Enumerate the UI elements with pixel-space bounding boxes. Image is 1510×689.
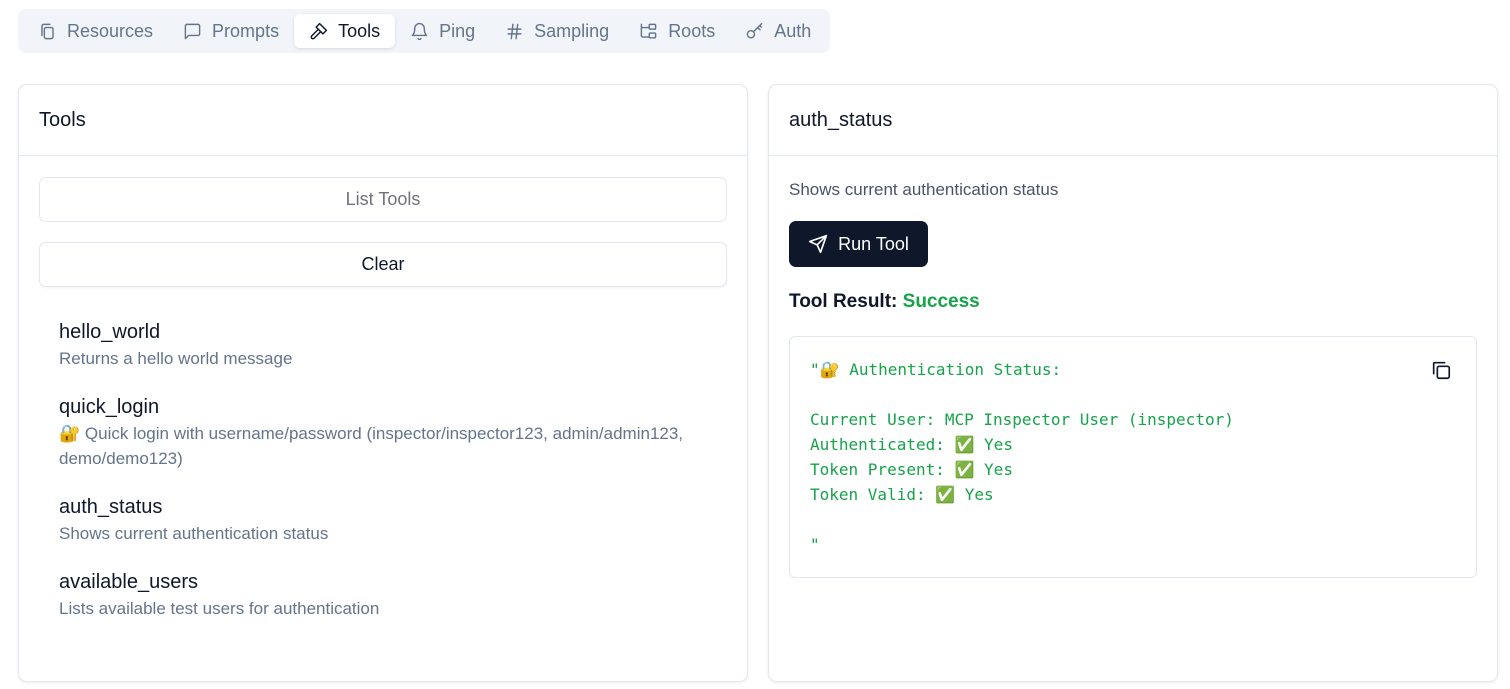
tool-result-output: "🔐 Authentication Status: Current User: … (789, 336, 1477, 578)
tool-list: hello_world Returns a hello world messag… (59, 318, 719, 643)
tab-label: Sampling (534, 20, 610, 41)
tool-item-auth-status[interactable]: auth_status Shows current authentication… (59, 493, 719, 546)
tab-label: Tools (338, 20, 381, 41)
tools-panel: Tools List Tools Clear hello_world Retur… (18, 84, 748, 682)
tab-label: Prompts (212, 20, 280, 41)
copy-icon (1432, 361, 1451, 380)
bell-icon (411, 22, 428, 40)
tab-label: Auth (774, 20, 812, 41)
tools-panel-title: Tools (19, 85, 747, 156)
hash-icon (507, 23, 522, 39)
tab-ping[interactable]: Ping (395, 14, 490, 48)
tool-description: Shows current authentication status (59, 524, 329, 543)
tool-item-available-users[interactable]: available_users Lists available test use… (59, 568, 719, 621)
tool-result-text: "🔐 Authentication Status: Current User: … (810, 360, 1234, 554)
folder-tree-icon (640, 23, 657, 39)
tool-description: 🔐 Quick login with username/password (in… (59, 424, 684, 468)
tab-prompts[interactable]: Prompts (168, 14, 294, 48)
files-icon (41, 23, 54, 39)
tab-resources[interactable]: Resources (23, 14, 168, 48)
tool-description: Returns a hello world message (59, 349, 293, 368)
tool-name: hello_world (59, 321, 161, 343)
tab-bar: Resources Prompts Tools Ping Sampling Ro… (18, 9, 830, 53)
tab-label: Roots (668, 20, 716, 41)
tool-name: auth_status (59, 496, 163, 518)
tool-result-heading: Tool Result: Success (789, 291, 980, 313)
message-square-icon (184, 23, 201, 39)
tool-result-label: Tool Result: (789, 291, 898, 312)
tab-auth[interactable]: Auth (730, 14, 826, 48)
tab-label: Resources (67, 20, 154, 41)
tab-sampling[interactable]: Sampling (490, 14, 624, 48)
tool-name: available_users (59, 571, 198, 593)
run-tool-label: Run Tool (838, 233, 909, 254)
run-tool-button[interactable]: Run Tool (789, 221, 928, 267)
copy-button[interactable] (1430, 359, 1454, 383)
tool-item-quick-login[interactable]: quick_login 🔐 Quick login with username/… (59, 393, 719, 471)
tool-detail-description: Shows current authentication status (789, 180, 1059, 199)
hammer-icon (310, 22, 328, 39)
list-tools-button[interactable]: List Tools (39, 177, 727, 222)
tab-roots[interactable]: Roots (624, 14, 730, 48)
tool-item-hello-world[interactable]: hello_world Returns a hello world messag… (59, 318, 719, 371)
tab-tools[interactable]: Tools (294, 14, 396, 48)
tool-name: quick_login (59, 396, 160, 418)
clear-button[interactable]: Clear (39, 242, 727, 287)
tool-result-status: Success (902, 291, 980, 312)
tab-label: Ping (439, 20, 476, 41)
send-icon (808, 234, 828, 254)
tool-detail-panel: auth_status Shows current authentication… (768, 84, 1498, 682)
key-icon (746, 22, 763, 39)
tool-detail-title: auth_status (769, 85, 1497, 156)
tool-description: Lists available test users for authentic… (59, 599, 380, 618)
